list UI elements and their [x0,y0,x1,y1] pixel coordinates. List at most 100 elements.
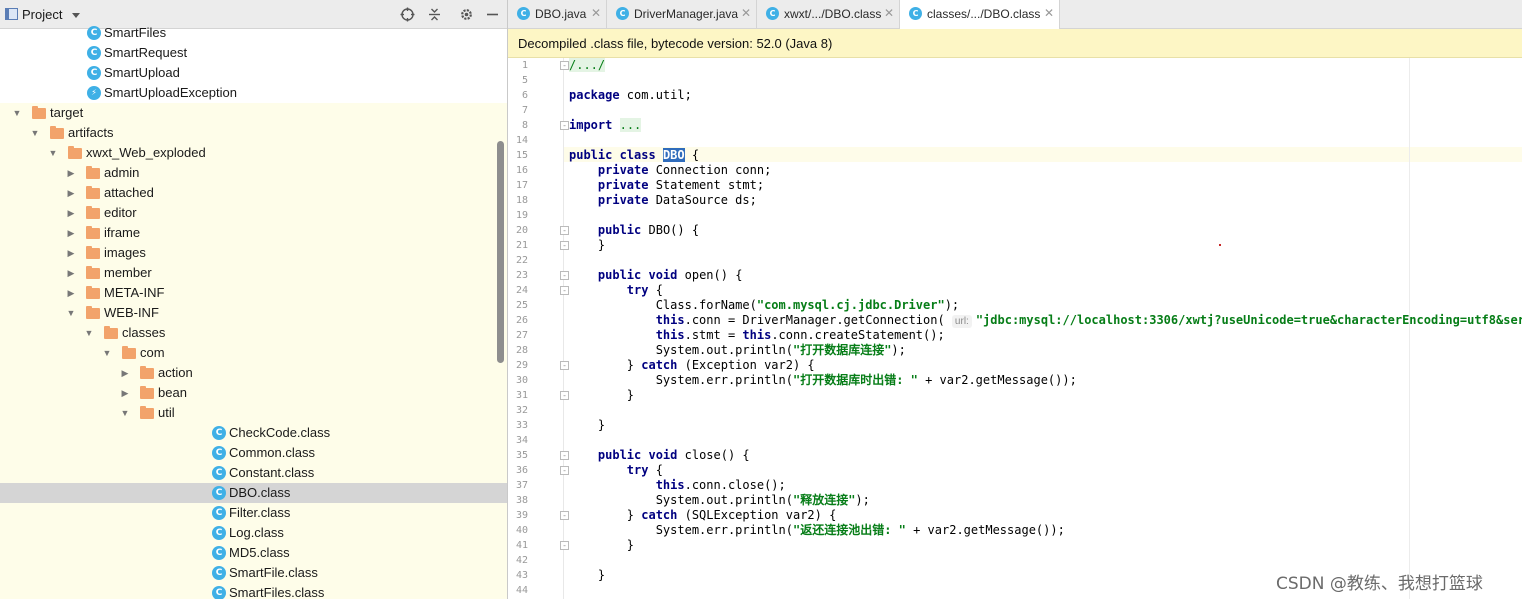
code-line[interactable]: /.../ [569,58,606,73]
tree-folder[interactable]: ▶ images [0,243,508,263]
code-line[interactable]: System.err.println("打开数据库时出错: " + var2.g… [569,373,1077,388]
chevron-down-icon[interactable]: ▼ [12,103,22,123]
code-line[interactable]: public void close() { [569,448,750,463]
minimize-icon[interactable] [484,6,501,23]
chevron-right-icon[interactable]: ▶ [120,363,130,383]
chevron-down-icon[interactable]: ▼ [120,403,130,423]
tree-folder[interactable]: ▼ artifacts [0,123,508,143]
tree-file[interactable]: C Log.class [0,523,508,543]
folded-region[interactable]: ... [619,118,642,132]
tree-file[interactable]: C MD5.class [0,543,508,563]
fold-toggle-icon[interactable]: - [560,511,569,520]
code-line[interactable]: this.conn = DriverManager.getConnection(… [569,313,1522,328]
fold-toggle-icon[interactable]: - [560,391,569,400]
tree-folder[interactable]: ▶ member [0,263,508,283]
code-line[interactable]: public DBO() { [569,223,699,238]
close-icon[interactable]: ✕ [884,6,894,20]
tree-folder[interactable]: ▶ bean [0,383,508,403]
code-line[interactable]: } [569,538,634,553]
code-line[interactable]: } [569,568,605,583]
chevron-down-icon[interactable]: ▼ [84,323,94,343]
locate-icon[interactable] [399,6,416,23]
code-line[interactable]: System.out.println("打开数据库连接"); [569,343,906,358]
tree-folder[interactable]: ▼ target [0,103,508,123]
code-line[interactable]: } [569,238,605,253]
code-line[interactable]: this.stmt = this.conn.createStatement(); [569,328,945,343]
tree-file[interactable]: C SmartFiles [0,23,508,43]
gear-icon[interactable] [458,6,475,23]
code-line[interactable]: private DataSource ds; [569,193,757,208]
tree-folder[interactable]: ▶ action [0,363,508,383]
editor-tab[interactable]: Cxwxt/.../DBO.class ✕ [757,0,900,28]
editor-tab[interactable]: Cclasses/.../DBO.class ✕ [900,0,1060,29]
tree-file[interactable]: C Filter.class [0,503,508,523]
editor-tab[interactable]: C DriverManager.java ✕ [607,0,757,28]
close-icon[interactable]: ✕ [1044,6,1054,20]
chevron-down-icon[interactable]: ▼ [30,123,40,143]
close-icon[interactable]: ✕ [741,6,751,20]
code-line[interactable]: public class DBO { [569,148,699,163]
code-line[interactable]: } [569,418,605,433]
tree-file[interactable]: C Common.class [0,443,508,463]
folded-region[interactable]: /.../ [569,58,606,72]
code-line[interactable]: Class.forName("com.mysql.cj.jdbc.Driver"… [569,298,959,313]
code-line[interactable]: this.conn.close(); [569,478,786,493]
chevron-right-icon[interactable]: ▶ [66,183,76,203]
tree-folder[interactable]: ▶ iframe [0,223,508,243]
tree-file[interactable]: C SmartFiles.class [0,583,508,599]
close-icon[interactable]: ✕ [591,6,601,20]
code-line[interactable]: private Statement stmt; [569,178,764,193]
fold-toggle-icon[interactable]: - [560,121,569,130]
tree-file[interactable]: C SmartFile.class [0,563,508,583]
tree-folder[interactable]: ▼ com [0,343,508,363]
tree-file[interactable]: C DBO.class [0,483,508,503]
code-line[interactable]: public void open() { [569,268,743,283]
tree-file[interactable]: C Constant.class [0,463,508,483]
fold-toggle-icon[interactable]: - [560,451,569,460]
fold-toggle-icon[interactable]: - [560,241,569,250]
project-view-selector[interactable]: Project [22,7,62,22]
fold-toggle-icon[interactable]: - [560,61,569,70]
fold-toggle-icon[interactable]: - [560,226,569,235]
tree-file[interactable]: C SmartUpload [0,63,508,83]
chevron-right-icon[interactable]: ▶ [66,283,76,303]
code-line[interactable]: } catch (SQLException var2) { [569,508,837,523]
tree-folder[interactable]: ▶ admin [0,163,508,183]
chevron-down-icon[interactable]: ▼ [66,303,76,323]
project-tree-scrollbar[interactable] [497,141,504,363]
chevron-right-icon[interactable]: ▶ [66,163,76,183]
tree-file[interactable]: C SmartRequest [0,43,508,63]
code-line[interactable]: private Connection conn; [569,163,771,178]
tree-folder[interactable]: ▶ editor [0,203,508,223]
collapse-all-icon[interactable] [426,6,443,23]
fold-toggle-icon[interactable]: - [560,541,569,550]
code-line[interactable]: try { [569,283,663,298]
chevron-right-icon[interactable]: ▶ [66,243,76,263]
fold-toggle-icon[interactable]: - [560,361,569,370]
fold-toggle-icon[interactable]: - [560,286,569,295]
code-area[interactable]: 1 5 6 7 8 14 15 16 17 18 19 20 21 22 23 24 25 26 27 28 29 30 3… [508,58,1522,599]
chevron-right-icon[interactable]: ▶ [66,203,76,223]
tree-file[interactable]: C CheckCode.class [0,423,508,443]
chevron-down-icon[interactable] [72,13,80,18]
code-line[interactable]: import ... [569,118,642,133]
tree-folder[interactable]: ▼ util [0,403,508,423]
tree-folder[interactable]: ▼ WEB-INF [0,303,508,323]
code-line[interactable]: } [569,388,634,403]
chevron-down-icon[interactable]: ▼ [102,343,112,363]
tree-folder[interactable]: ▶ attached [0,183,508,203]
chevron-down-icon[interactable]: ▼ [48,143,58,163]
chevron-right-icon[interactable]: ▶ [66,263,76,283]
tree-file[interactable]: ⚡ SmartUploadException [0,83,508,103]
code-line[interactable]: try { [569,463,663,478]
fold-toggle-icon[interactable]: - [560,466,569,475]
code-line[interactable]: System.out.println("释放连接"); [569,493,870,508]
editor-tab[interactable]: C DBO.java ✕ [508,0,607,28]
tree-folder[interactable]: ▼ xwxt_Web_exploded [0,143,508,163]
chevron-right-icon[interactable]: ▶ [66,223,76,243]
code-line[interactable]: System.err.println("返还连接池出错: " + var2.ge… [569,523,1065,538]
chevron-right-icon[interactable]: ▶ [120,383,130,403]
fold-toggle-icon[interactable]: - [560,271,569,280]
tree-folder[interactable]: ▶ META-INF [0,283,508,303]
code-line[interactable]: package com.util; [569,88,692,103]
